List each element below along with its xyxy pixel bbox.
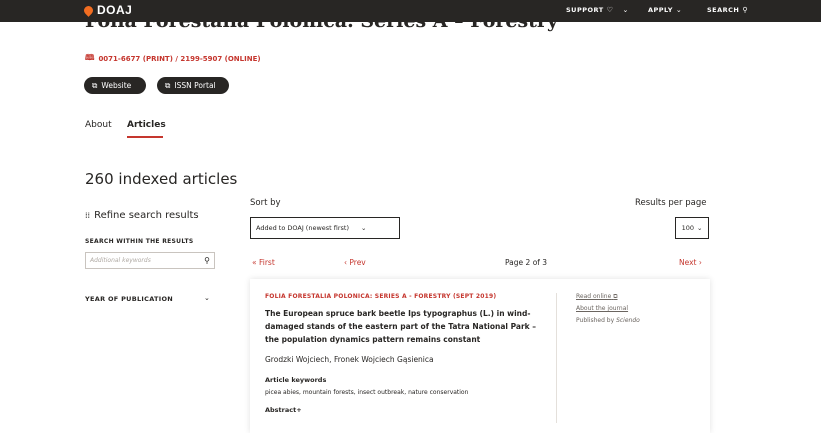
card-divider: [556, 293, 557, 423]
search-icon[interactable]: ⚲: [204, 256, 214, 265]
abstract-toggle[interactable]: Abstract+: [265, 406, 302, 414]
chevron-down-icon: ⌄: [675, 6, 683, 14]
publisher-name: Sciendo: [616, 317, 640, 324]
doaj-logo[interactable]: DOAJ: [82, 3, 133, 17]
search-within-placeholder: Additional keywords: [90, 257, 151, 264]
results-count-heading: 260 indexed articles: [85, 170, 238, 188]
external-link-icon: ⧉: [165, 80, 171, 90]
active-tab-indicator: [127, 136, 163, 138]
nav-support-label: SUPPORT: [566, 6, 604, 14]
nav-search[interactable]: SEARCH ⚲: [707, 6, 748, 14]
external-link-icon: ⧉: [92, 80, 98, 90]
nav-apply[interactable]: APPLY ⌄: [648, 6, 682, 14]
chevron-down-icon[interactable]: ⌄: [204, 294, 210, 302]
logo-text: DOAJ: [97, 3, 133, 17]
search-icon: ⚲: [742, 6, 749, 14]
website-button-label: Website: [101, 81, 132, 90]
about-journal-link[interactable]: About the journal: [576, 305, 628, 312]
filter-icon: ⁞⁞: [85, 211, 91, 220]
article-keywords-heading: Article keywords: [265, 376, 327, 384]
article-authors: Grodzki Wojciech, Fronek Wojciech Gąsien…: [265, 355, 434, 364]
read-online-link[interactable]: Read online ⧉: [576, 293, 618, 301]
chevron-down-icon: ⌄: [361, 224, 367, 232]
pager-next[interactable]: Next ›: [679, 258, 702, 267]
top-navbar: DOAJ SUPPORT ♡ ⌄ APPLY ⌄ SEARCH ⚲: [0, 0, 821, 22]
doaj-logo-icon: [82, 3, 95, 17]
issn-text: 0071-6677 (PRINT) / 2199-5907 (ONLINE): [98, 55, 261, 63]
per-page-value: 100: [681, 224, 694, 232]
issn-portal-button[interactable]: ⧉ ISSN Portal: [157, 77, 229, 94]
per-page-select[interactable]: 100 ⌄: [675, 217, 709, 239]
nav-apply-label: APPLY: [648, 6, 673, 14]
tab-articles[interactable]: Articles: [127, 120, 166, 130]
results-per-page-label: Results per page: [635, 198, 707, 208]
sort-select-value: Added to DOAJ (newest first): [256, 224, 350, 232]
pager-prev[interactable]: ‹ Prev: [344, 258, 366, 267]
tab-about[interactable]: About: [85, 120, 112, 130]
sort-select[interactable]: Added to DOAJ (newest first) ⌄: [250, 217, 400, 239]
search-within-input[interactable]: Additional keywords ⚲: [85, 252, 215, 269]
nav-support[interactable]: SUPPORT ♡ ⌄: [566, 6, 629, 14]
chevron-down-icon: ⌄: [622, 6, 629, 14]
website-button[interactable]: ⧉ Website: [84, 77, 146, 94]
pager-status: Page 2 of 3: [505, 258, 548, 267]
published-by-label: Published by: [576, 317, 615, 324]
article-keywords: picea abies, mountain forests, insect ou…: [265, 389, 469, 396]
heart-icon: ♡: [606, 6, 614, 14]
book-icon: 🕮: [85, 53, 95, 62]
nav-search-label: SEARCH: [707, 6, 740, 14]
pager-first[interactable]: « First: [252, 258, 275, 267]
search-within-heading: SEARCH WITHIN THE RESULTS: [85, 238, 194, 245]
chevron-down-icon: ⌄: [696, 224, 703, 232]
issn-line: 🕮 0071-6677 (PRINT) / 2199-5907 (ONLINE): [85, 52, 261, 66]
sort-by-label: Sort by: [250, 198, 281, 208]
refine-label: Refine search results: [94, 210, 199, 221]
article-card: FOLIA FORESTALIA POLONICA: SERIES A - FO…: [250, 279, 710, 433]
published-by: Published by Sciendo: [576, 317, 640, 324]
external-link-icon: ⧉: [613, 293, 618, 300]
article-journal-line[interactable]: FOLIA FORESTALIA POLONICA: SERIES A - FO…: [265, 293, 496, 300]
read-online-label: Read online: [576, 293, 612, 300]
year-of-publication-filter[interactable]: YEAR OF PUBLICATION: [85, 295, 173, 303]
refine-heading: ⁞⁞ Refine search results: [85, 210, 199, 221]
article-title[interactable]: The European spruce bark beetle Ips typo…: [265, 307, 545, 346]
issn-portal-button-label: ISSN Portal: [174, 81, 216, 90]
